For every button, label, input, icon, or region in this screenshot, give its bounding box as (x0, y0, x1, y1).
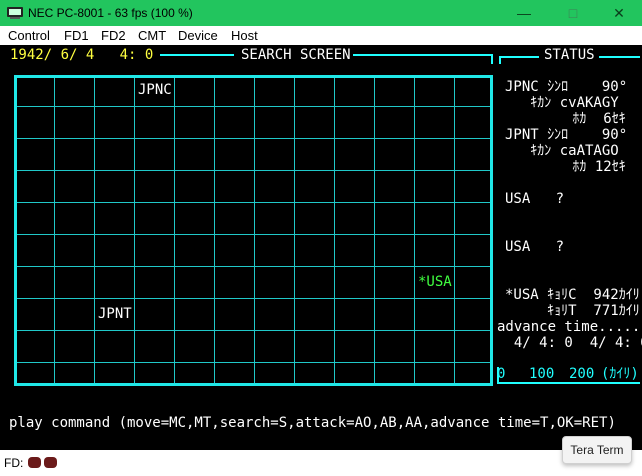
status-usa-distance-t: ｷｮﾘT 771ｶｲﾘ (505, 303, 640, 319)
status-jpnt-others: ﾎｶ 12ｾｷ (505, 159, 626, 175)
map-unit-usa: *USA (418, 274, 452, 290)
close-icon: ✕ (613, 4, 625, 21)
map-unit-jpnt: JPNT (98, 306, 132, 322)
status-jpnc-heading: JPNC ｼﾝﾛ 90° (505, 79, 628, 95)
grid-row-line (17, 266, 490, 267)
header-rule-left (160, 54, 234, 56)
command-prompt: play command (move=MC,MT,search=S,attack… (9, 415, 616, 431)
status-jpnt-heading: JPNT ｼﾝﾛ 90° (505, 127, 628, 143)
menu-fd1[interactable]: FD1 (64, 28, 89, 43)
status-advance-time-values: 4/ 4: 0 4/ 4: 0 (497, 335, 642, 351)
header-rule-right (353, 54, 493, 56)
grid-row-line (17, 106, 490, 107)
minimize-button[interactable]: — (501, 0, 547, 26)
grid-row-line (17, 330, 490, 331)
minimize-icon: — (517, 5, 531, 21)
grid-col-line (454, 78, 455, 383)
grid-row-line (17, 362, 490, 363)
status-title: STATUS (544, 47, 595, 63)
distance-scale-label-100: 100 (529, 366, 555, 382)
window-title: NEC PC-8001 - 63 fps (100 %) (28, 6, 193, 20)
grid-col-line (414, 78, 415, 383)
distance-scale-label-0: 0 (497, 366, 506, 382)
grid-row-line (17, 298, 490, 299)
distance-scale-bar (497, 382, 640, 384)
grid-col-line (254, 78, 255, 383)
status-rule-right (599, 56, 640, 58)
map-unit-jpnc: JPNC (138, 82, 172, 98)
grid-col-line (334, 78, 335, 383)
menu-control[interactable]: Control (8, 28, 50, 43)
grid-col-line (214, 78, 215, 383)
emulator-screen[interactable]: 1942/ 6/ 4 4: 0 SEARCH SCREEN STATUS JPN… (0, 45, 642, 450)
emulator-statusbar: FD: (0, 450, 642, 476)
grid-col-line (374, 78, 375, 383)
grid-col-line (294, 78, 295, 383)
status-jpnc-flagship: ｷｶﾝ cvAKAGY (505, 95, 619, 111)
grid-row-line (17, 138, 490, 139)
grid-row-line (17, 234, 490, 235)
menu-device[interactable]: Device (178, 28, 218, 43)
distance-scale-label-200: 200 (569, 366, 595, 382)
maximize-icon: □ (568, 5, 578, 21)
status-advance-time-label: advance time...... (497, 319, 642, 335)
maximize-button[interactable]: □ (550, 0, 596, 26)
menu-fd2[interactable]: FD2 (101, 28, 126, 43)
fd2-access-led-icon (44, 457, 57, 468)
status-jpnc-others: ﾎｶ 6ｾｷ (505, 111, 626, 127)
grid-row-line (17, 202, 490, 203)
taskbar-tooltip: Tera Term (562, 436, 632, 464)
menu-bar: Control FD1 FD2 CMT Device Host (0, 26, 642, 45)
search-screen-title: SEARCH SCREEN (241, 47, 351, 63)
window-titlebar[interactable]: NEC PC-8001 - 63 fps (100 %) — □ ✕ (0, 0, 642, 26)
status-usa-distance-c: *USA ｷｮﾘC 942ｶｲﾘ (505, 287, 640, 303)
search-map-grid[interactable]: JPNC *USA JPNT (14, 75, 493, 386)
fd1-access-led-icon (28, 457, 41, 468)
distance-scale-unit: (ｶｲﾘ) (601, 366, 639, 382)
status-usa-2: USA ? (505, 239, 565, 255)
fd-label: FD: (4, 456, 24, 470)
header-rule-right-tick (491, 54, 493, 64)
game-date: 1942/ 6/ 4 4: 0 (10, 47, 154, 63)
close-button[interactable]: ✕ (596, 0, 642, 26)
pc8001-app-icon (7, 7, 23, 19)
grid-col-line (174, 78, 175, 383)
status-usa-1: USA ? (505, 191, 565, 207)
grid-col-line (54, 78, 55, 383)
grid-row-line (17, 170, 490, 171)
status-rule-left (499, 56, 539, 58)
grid-col-line (134, 78, 135, 383)
menu-cmt[interactable]: CMT (138, 28, 166, 43)
grid-col-line (94, 78, 95, 383)
menu-host[interactable]: Host (231, 28, 258, 43)
status-rule-left-tick (499, 56, 501, 64)
status-jpnt-flagship: ｷｶﾝ caATAGO (505, 143, 619, 159)
